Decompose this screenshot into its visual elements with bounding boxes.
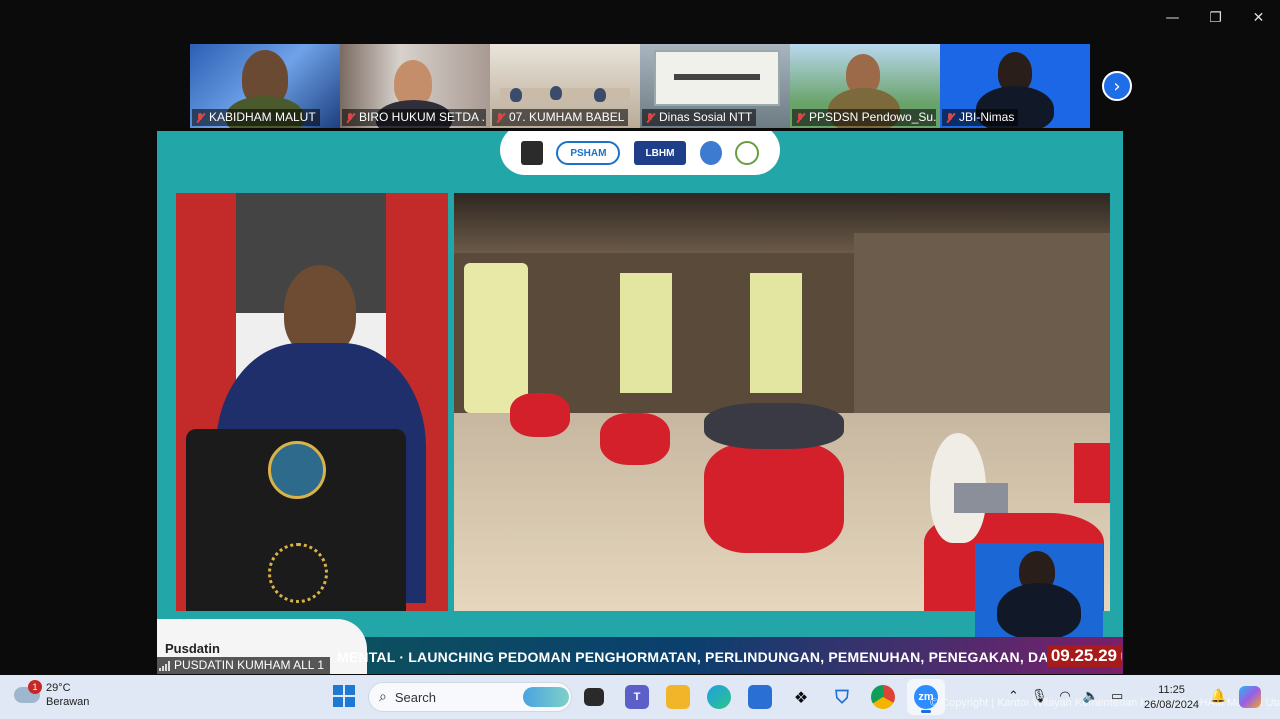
participant-label: JBI-Nimas (942, 109, 1019, 126)
file-explorer-icon[interactable] (666, 685, 690, 709)
clock[interactable]: 11:25 26/08/2024 (1144, 683, 1199, 713)
store-icon[interactable] (748, 685, 772, 709)
sponsor-logos: PSHAM LBHM (500, 131, 780, 175)
kemenkumham-logo (520, 141, 543, 165)
participant-tile[interactable]: PPSDSN Pendowo_Su... (790, 44, 940, 128)
taskbar: 29°C Berawan 1 ⌕ Search T ❖ ⛉ zm © Copyr… (0, 675, 1280, 719)
windows-start-icon[interactable] (333, 685, 355, 707)
participant-strip: KABIDHAM MALUT BIRO HUKUM SETDA ... 07. … (190, 44, 1090, 128)
circle-logo (735, 141, 760, 165)
ticker-text: MENTAL · LAUNCHING PEDOMAN PENGHORMATAN,… (337, 649, 1123, 665)
participant-tile[interactable]: Dinas Sosial NTT (640, 44, 790, 128)
mic-off-icon (194, 112, 206, 124)
participant-label: Dinas Sosial NTT (642, 109, 757, 126)
minimize-button[interactable]: — (1151, 0, 1194, 36)
shared-screen-label: PUSDATIN KUMHAM ALL 1 (157, 657, 331, 674)
clock-time: 11:25 (1158, 684, 1185, 696)
shared-screen: PSHAM LBHM Pusdatin MENTAL · LAUNCHING P… (157, 131, 1123, 674)
wifi-icon[interactable]: ◠ (1059, 689, 1070, 704)
psham-logo: PSHAM (556, 141, 621, 165)
system-tray: ⌃ 🎙 ◠ 🔈 ▭ (1008, 689, 1123, 704)
lbhm-logo: LBHM (633, 141, 686, 165)
ticker-time: 09.25.29 (1046, 645, 1121, 667)
mic-off-icon (644, 112, 656, 124)
participant-label: PPSDSN Pendowo_Su... (792, 109, 936, 126)
microphone-icon[interactable]: 🎙 (1031, 689, 1048, 704)
weather-widget[interactable]: 29°C Berawan (14, 681, 89, 709)
task-view-icon[interactable] (584, 688, 604, 706)
weather-desc: Berawan (46, 696, 90, 708)
clock-date: 26/08/2024 (1144, 699, 1200, 711)
search-highlight-icon (523, 687, 569, 707)
close-button[interactable]: ✕ (1237, 0, 1280, 36)
mic-off-icon (344, 112, 356, 124)
signal-icon (159, 660, 170, 671)
edge-icon[interactable] (707, 685, 731, 709)
emblem-logo (699, 141, 722, 165)
volume-icon[interactable]: 🔈 (1083, 689, 1099, 704)
participant-tile[interactable]: KABIDHAM MALUT (190, 44, 340, 128)
search-placeholder: Search (394, 689, 437, 705)
search-box[interactable]: ⌕ Search (368, 682, 572, 712)
mic-off-icon (794, 112, 806, 124)
chrome-icon[interactable] (871, 685, 895, 709)
dropbox-icon[interactable]: ❖ (789, 685, 813, 709)
participant-tile[interactable]: 07. KUMHAM BABEL (490, 44, 640, 128)
participant-label: BIRO HUKUM SETDA ... (342, 109, 486, 126)
weather-badge: 1 (28, 680, 42, 694)
chevron-up-icon[interactable]: ⌃ (1008, 689, 1019, 704)
participant-tile[interactable]: BIRO HUKUM SETDA ... (340, 44, 490, 128)
pusdatin-logo: Pusdatin (165, 641, 220, 656)
security-shield-icon[interactable]: ⛉ (830, 685, 854, 709)
next-page-button[interactable]: › (1102, 71, 1132, 101)
sign-interpreter-video (975, 543, 1103, 639)
speaker-video (176, 193, 448, 611)
notification-bell-icon[interactable]: 🔔 (1210, 689, 1226, 704)
window-controls: — ❐ ✕ (1151, 0, 1280, 36)
battery-icon[interactable]: ▭ (1111, 689, 1123, 704)
weather-temp: 29°C (46, 682, 71, 694)
mic-off-icon (944, 112, 956, 124)
participant-label: KABIDHAM MALUT (192, 109, 320, 126)
copilot-icon[interactable] (1239, 686, 1261, 708)
participant-label: 07. KUMHAM BABEL (492, 109, 629, 126)
teams-icon[interactable]: T (625, 685, 649, 709)
participant-tile[interactable]: JBI-Nimas (940, 44, 1090, 128)
search-icon: ⌕ (379, 689, 387, 705)
mic-off-icon (494, 112, 506, 124)
restore-button[interactable]: ❐ (1194, 0, 1237, 36)
